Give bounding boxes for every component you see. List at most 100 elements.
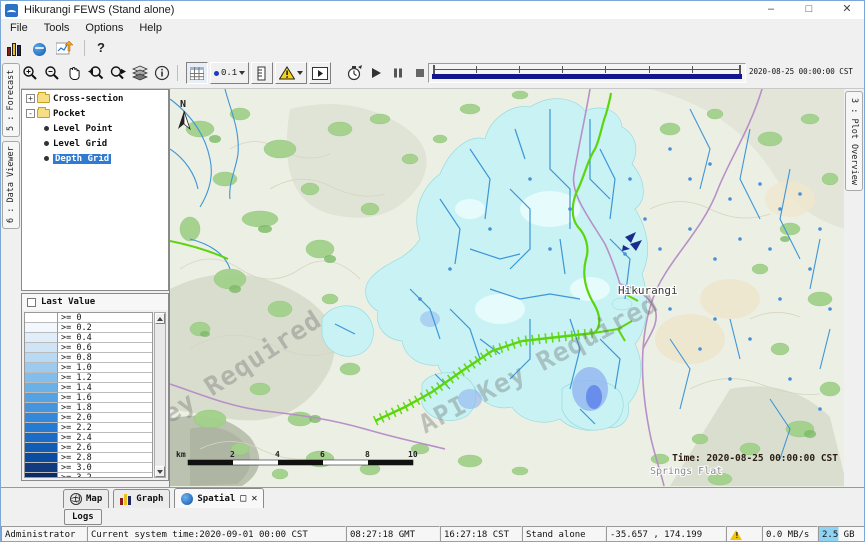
tab-plot-overview[interactable]: 3 : Plot Overview [845,91,863,191]
legend-swatch [25,403,58,413]
map-time-label: Time: 2020-08-25 00:00:00 CST [672,453,838,464]
legend-swatch [25,313,58,323]
info-icon[interactable] [151,62,173,84]
toolbar-separator [84,40,85,56]
tree-item-level-point[interactable]: Level Point [22,122,168,135]
legend-label: >= 1.0 [58,363,152,373]
grid-display-button[interactable] [186,62,208,84]
spatial-globe-icon [181,493,193,505]
timer-settings-icon[interactable] [343,62,365,84]
tab-spatial[interactable]: Spatial □ ✕ [174,488,264,508]
tab-map[interactable]: Map [63,489,109,508]
timeline-slider[interactable] [428,63,746,83]
toolbar-separator [177,65,178,81]
legend-rows: >= 0>= 0.2>= 0.4>= 0.6>= 0.8>= 1.0>= 1.2… [24,312,153,478]
warning-dropdown[interactable] [275,62,307,84]
legend-row: >= 0.6 [25,343,152,353]
legend-swatch [25,393,58,403]
tab-data-viewer[interactable]: 6 : Data Viewer [2,141,20,229]
legend-label: >= 1.6 [58,393,152,403]
legend-row: >= 3.2 [25,473,152,478]
chart-arrow-icon[interactable] [55,40,73,56]
status-warning-cell[interactable] [726,526,762,542]
current-datetime: 2020-08-25 00:00:00 CST [749,67,853,76]
town-label: Hikurangi [618,284,678,297]
menu-bar: File Tools Options Help [1,19,865,37]
legend-row: >= 0.2 [25,323,152,333]
scale-legend-button[interactable] [251,62,273,84]
menu-options[interactable]: Options [78,20,130,36]
contour-interval-dropdown[interactable]: 0.1 [210,62,249,84]
legend-scrollbar[interactable] [154,312,166,478]
tree-item-cross-section[interactable]: + Cross-section [22,92,168,105]
map-canvas[interactable]: ey Required API Key Required Hikurangi S… [170,89,846,487]
tree-item-label-selected[interactable]: Depth Grid [53,154,111,164]
legend-swatch [25,443,58,453]
tab-close-icon[interactable]: ✕ [251,493,257,504]
zoom-out-icon[interactable] [41,62,63,84]
legend-label: >= 3.2 [58,473,152,478]
last-value-checkbox[interactable] [27,298,36,307]
app-logo-icon [5,4,18,17]
menu-file[interactable]: File [3,20,35,36]
animation-player-button[interactable] [309,62,331,84]
tree-item-depth-grid[interactable]: Depth Grid [22,152,168,165]
legend-label: >= 2.4 [58,433,152,443]
minimize-button[interactable]: – [752,1,790,19]
legend-row: >= 2.2 [25,423,152,433]
scroll-down-button[interactable] [155,466,165,477]
tree-item-label[interactable]: Level Grid [53,139,107,149]
maximize-button[interactable]: □ [790,1,828,19]
tree-item-label[interactable]: Cross-section [53,94,123,104]
tab-graph[interactable]: Graph [113,489,170,508]
legend-swatch [25,433,58,443]
pan-hand-icon[interactable] [63,62,85,84]
status-system-time: Current system time:2020-09-01 00:00 CST [87,526,346,542]
legend-row: >= 0.8 [25,353,152,363]
legend-swatch [25,323,58,333]
main-toolbar: ? [1,37,865,58]
map-view[interactable]: ey Required API Key Required Hikurangi S… [169,89,846,487]
legend-swatch [25,363,58,373]
expander-plus-icon[interactable]: + [26,94,35,103]
legend-label: >= 2.6 [58,443,152,453]
dot-icon [214,71,219,76]
menu-tools[interactable]: Tools [37,20,77,36]
zoom-in-icon[interactable] [19,62,41,84]
last-value-label: Last Value [41,297,95,307]
window-title: Hikurangi FEWS (Stand alone) [24,4,174,16]
timeline-track [433,69,741,70]
legend-panel: Last Value >= 0>= 0.2>= 0.4>= 0.6>= 0.8>… [21,293,169,481]
layers-icon[interactable] [129,62,151,84]
zoom-previous-icon[interactable] [85,62,107,84]
tree-item-label[interactable]: Level Point [53,124,113,134]
legend-label: >= 0.4 [58,333,152,343]
legend-label: >= 2.2 [58,423,152,433]
zoom-next-icon[interactable] [107,62,129,84]
play-button[interactable] [365,62,387,84]
logs-button[interactable]: Logs [64,509,102,525]
legend-row: >= 3.0 [25,463,152,473]
tree-item-pocket[interactable]: - Pocket [22,107,168,120]
close-button[interactable]: ✕ [828,1,865,19]
legend-label: >= 2.8 [58,453,152,463]
help-button[interactable]: ? [93,40,109,55]
status-bar: Administrator Current system time:2020-0… [1,526,865,542]
scroll-up-button[interactable] [155,313,165,324]
timeline-progress-bar [432,74,742,79]
statistics-icon[interactable] [5,40,23,56]
tab-maximize-icon[interactable]: □ [240,493,246,504]
globe-icon[interactable] [30,40,48,56]
status-mode: Stand alone [522,526,606,542]
expander-minus-icon[interactable]: - [26,109,35,118]
pause-button[interactable] [387,62,409,84]
menu-help[interactable]: Help [132,20,169,36]
legend-row: >= 2.4 [25,433,152,443]
svg-text:6: 6 [320,450,325,459]
tree-item-label[interactable]: Pocket [53,109,86,119]
graph-bars-icon [120,493,132,505]
bullet-icon [44,126,49,131]
tree-item-level-grid[interactable]: Level Grid [22,137,168,150]
tab-forecast[interactable]: 5 : Forecast [2,63,20,137]
layers-tree-panel: + Cross-section - Pocket Level Point Lev… [21,89,169,291]
